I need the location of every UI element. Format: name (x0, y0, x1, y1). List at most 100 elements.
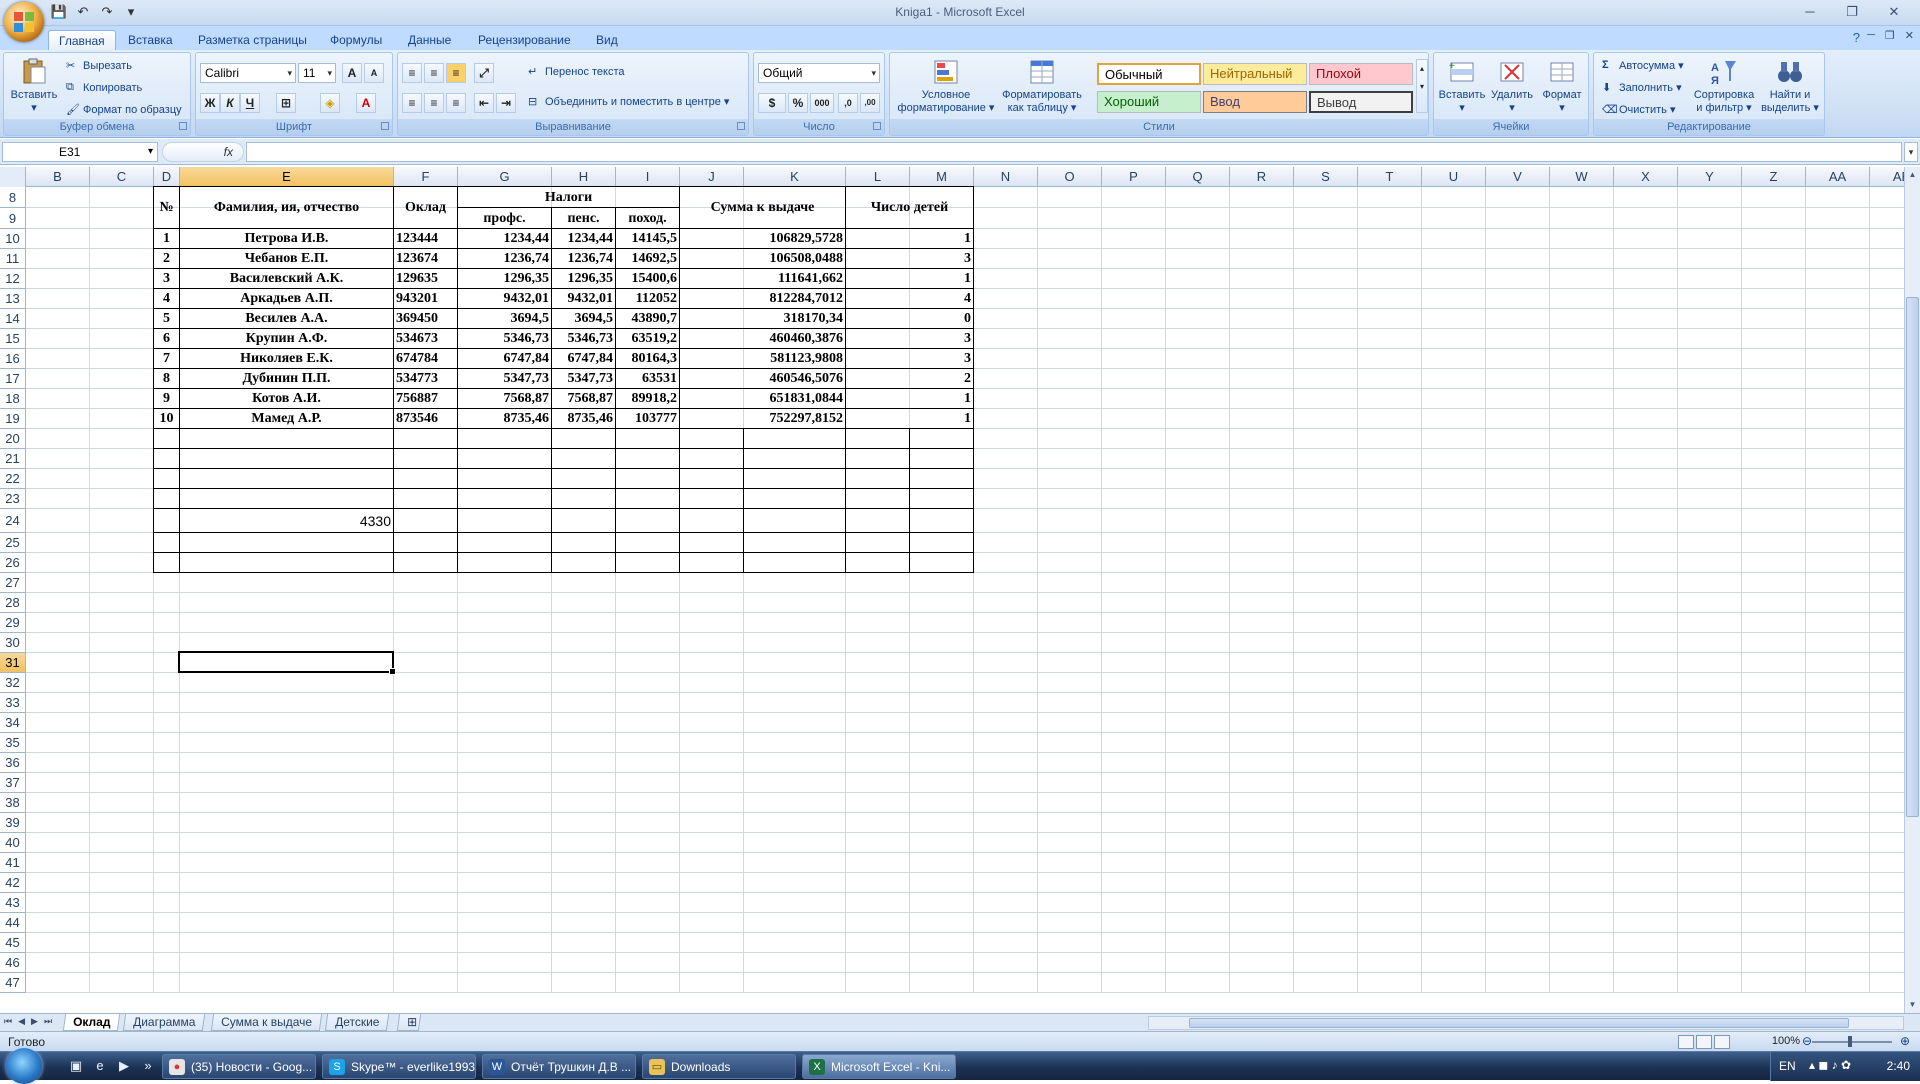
horizontal-scrollbar[interactable] (1148, 1016, 1904, 1030)
worksheet-grid[interactable]: BCDEFGHIJKLMNOPQRSTUVWXYZAAAB 8910111213… (0, 167, 1904, 1013)
pens-tax-cell[interactable]: 5347,73 (552, 369, 615, 389)
row-header[interactable]: 43 (0, 893, 26, 913)
children-cell[interactable]: 1 (846, 229, 973, 249)
prof-tax-cell[interactable]: 9432,01 (458, 289, 551, 309)
dialog-launcher-icon[interactable] (873, 122, 881, 130)
children-cell[interactable]: 1 (846, 269, 973, 289)
row-header[interactable]: 33 (0, 693, 26, 713)
income-tax-cell[interactable]: 15400,6 (616, 269, 679, 289)
find-select-button[interactable]: Найти и выделить ▾ (1758, 57, 1822, 114)
dialog-launcher-icon[interactable] (737, 122, 745, 130)
salary-cell[interactable]: 674784 (394, 349, 457, 369)
column-header[interactable]: Z (1742, 167, 1806, 187)
decrease-indent-button[interactable]: ⇤ (474, 93, 494, 113)
prof-tax-cell[interactable]: 7568,87 (458, 389, 551, 409)
sheet-tab-oklad[interactable]: Оклад (62, 1014, 121, 1031)
prof-tax-cell[interactable]: 5346,73 (458, 329, 551, 349)
taskbar-item-downloads[interactable]: ▭ Downloads (642, 1054, 796, 1079)
header-salary[interactable]: Оклад (394, 187, 457, 229)
prof-tax-cell[interactable]: 5347,73 (458, 369, 551, 389)
bold-button[interactable]: Ж (200, 93, 220, 113)
page-break-view-icon[interactable] (1714, 1035, 1730, 1049)
normal-view-icon[interactable] (1678, 1035, 1694, 1049)
row-header[interactable]: 14 (0, 309, 26, 329)
column-header[interactable]: G (458, 167, 552, 187)
column-header[interactable]: W (1550, 167, 1614, 187)
pens-tax-cell[interactable]: 3694,5 (552, 309, 615, 329)
column-header[interactable]: F (394, 167, 458, 187)
income-tax-cell[interactable]: 43890,7 (616, 309, 679, 329)
row-number-cell[interactable]: 4 (154, 289, 179, 309)
orientation-button[interactable]: ⤢ (474, 63, 494, 83)
page-layout-view-icon[interactable] (1696, 1035, 1712, 1049)
increase-decimal-button[interactable]: ,0 (838, 93, 858, 113)
header-prof[interactable]: профс. (458, 208, 551, 229)
row-header[interactable]: 32 (0, 673, 26, 693)
prof-tax-cell[interactable]: 1234,44 (458, 229, 551, 249)
tray-icons[interactable]: ▴ ◼ ♪ ✿ (1809, 1058, 1851, 1072)
format-cells-button[interactable]: Формат ▾ (1538, 57, 1586, 114)
insert-sheet-icon[interactable]: ⊞ (396, 1014, 422, 1031)
row-number-cell[interactable]: 8 (154, 369, 179, 389)
row-number-cell[interactable]: 10 (154, 409, 179, 429)
salary-cell[interactable]: 943201 (394, 289, 457, 309)
row-number-cell[interactable]: 5 (154, 309, 179, 329)
vertical-scroll-thumb[interactable] (1906, 297, 1919, 817)
row-header[interactable]: 18 (0, 389, 26, 409)
row-header[interactable]: 8 (0, 187, 26, 208)
dialog-launcher-icon[interactable] (179, 122, 187, 130)
pens-tax-cell[interactable]: 8735,46 (552, 409, 615, 429)
row-header[interactable]: 11 (0, 249, 26, 269)
column-header[interactable]: L (846, 167, 910, 187)
format-painter-button[interactable]: 🖌 Формат по образцу (66, 103, 182, 117)
close-button[interactable]: ✕ (1874, 2, 1914, 22)
italic-button[interactable]: К (220, 93, 240, 113)
salary-cell[interactable]: 129635 (394, 269, 457, 289)
quicklaunch-more-icon[interactable]: » (140, 1058, 156, 1074)
sum-cell[interactable]: 812284,7012 (680, 289, 845, 309)
taskbar-item-skype[interactable]: S Skype™ - everlike1993 (322, 1054, 476, 1079)
row-header[interactable]: 16 (0, 349, 26, 369)
name-box[interactable]: E31 (2, 142, 158, 162)
column-header[interactable]: K (744, 167, 846, 187)
salary-cell[interactable]: 123444 (394, 229, 457, 249)
styles-scroll-more-button[interactable]: ▴ ▾ (1416, 59, 1428, 113)
pens-tax-cell[interactable]: 6747,84 (552, 349, 615, 369)
maximize-button[interactable]: ❐ (1832, 2, 1872, 22)
show-desktop-icon[interactable]: ▣ (68, 1058, 84, 1074)
prof-tax-cell[interactable]: 8735,46 (458, 409, 551, 429)
row-header[interactable]: 46 (0, 953, 26, 973)
sum-cell[interactable]: 318170,34 (680, 309, 845, 329)
merge-center-button[interactable]: ⊟ Объединить и поместить в центре ▾ (528, 95, 729, 109)
column-header[interactable]: T (1358, 167, 1422, 187)
pens-tax-cell[interactable]: 1296,35 (552, 269, 615, 289)
column-header[interactable]: S (1294, 167, 1358, 187)
tab-page-layout[interactable]: Разметка страницы (188, 30, 317, 50)
children-cell[interactable]: 3 (846, 329, 973, 349)
row-number-cell[interactable]: 2 (154, 249, 179, 269)
row-number-cell[interactable]: 1 (154, 229, 179, 249)
underline-button[interactable]: Ч (240, 93, 260, 113)
sum-cell[interactable]: 111641,662 (680, 269, 845, 289)
name-cell[interactable]: Аркадьев А.П. (180, 289, 393, 309)
tab-review[interactable]: Рецензирование (468, 30, 581, 50)
row-header[interactable]: 25 (0, 533, 26, 553)
row-header[interactable]: 31 (0, 653, 26, 673)
style-input[interactable]: Ввод (1203, 91, 1307, 113)
row-number-cell[interactable]: 7 (154, 349, 179, 369)
sheet-tab-diagram[interactable]: Диаграмма (122, 1014, 206, 1031)
autosum-button[interactable]: Σ Автосумма ▾ (1602, 59, 1684, 73)
column-header[interactable]: P (1102, 167, 1166, 187)
row-header[interactable]: 36 (0, 753, 26, 773)
sheet-tab-sum[interactable]: Сумма к выдаче (210, 1014, 323, 1031)
paste-button[interactable]: Вставить ▾ (8, 57, 60, 114)
font-color-button[interactable]: A (356, 93, 376, 113)
align-top-button[interactable]: ≡ (402, 63, 422, 83)
income-tax-cell[interactable]: 14692,5 (616, 249, 679, 269)
insert-function-button[interactable]: fx (162, 142, 244, 162)
column-header[interactable]: E (180, 167, 394, 187)
name-cell[interactable]: Василевский А.К. (180, 269, 393, 289)
children-cell[interactable]: 3 (846, 349, 973, 369)
pens-tax-cell[interactable]: 7568,87 (552, 389, 615, 409)
fill-color-button[interactable]: ◈ (320, 93, 340, 113)
